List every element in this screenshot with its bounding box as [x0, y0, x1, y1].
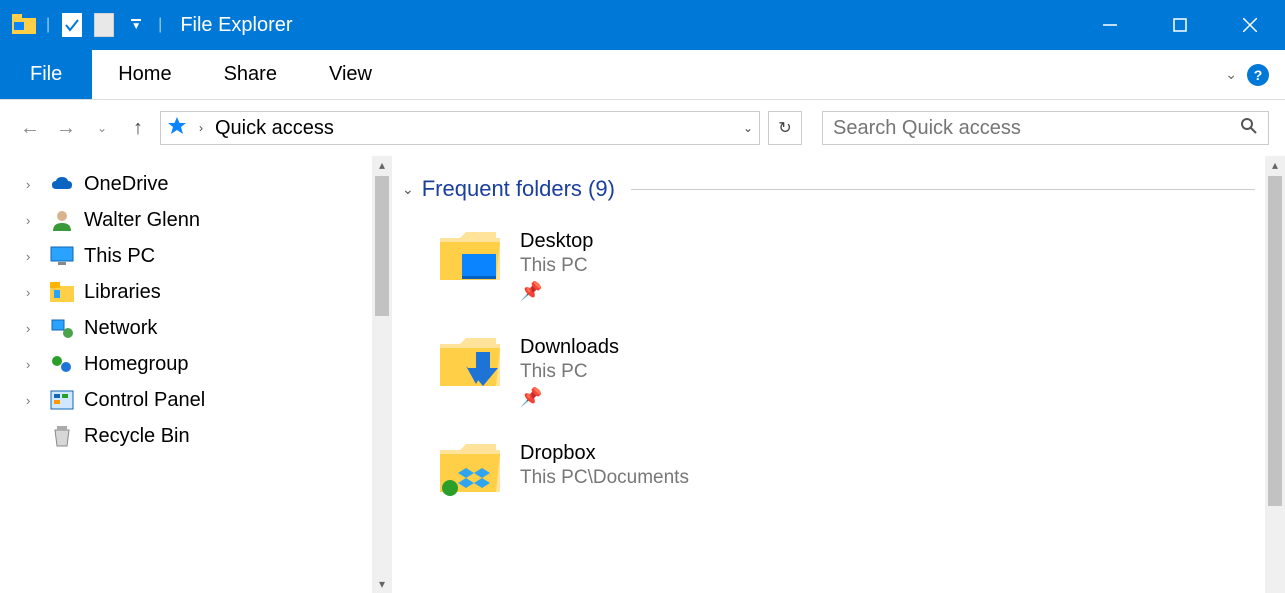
expand-icon[interactable]: ›	[26, 177, 40, 192]
folder-path: This PC	[520, 361, 619, 383]
up-button[interactable]: ↑	[124, 114, 152, 142]
thispc-icon	[50, 244, 74, 268]
group-header[interactable]: ⌄ Frequent folders (9)	[402, 176, 1285, 202]
quick-access-toolbar: | ▼ |	[0, 13, 164, 37]
tree-item-label: Control Panel	[84, 389, 205, 412]
qat-customize-icon[interactable]: ▼	[124, 13, 148, 37]
folder-name: Dropbox	[520, 442, 689, 465]
tree-scrollbar[interactable]: ▴ ▾	[372, 156, 392, 593]
onedrive-icon	[50, 172, 74, 196]
new-folder-icon[interactable]	[92, 13, 116, 37]
scroll-down-icon[interactable]: ▾	[379, 575, 385, 593]
main-area: › OneDrive › Walter Glenn › This PC › Libraries…	[0, 156, 1285, 593]
user-icon	[50, 208, 74, 232]
scroll-thumb[interactable]	[1268, 176, 1282, 506]
tree-item-homegroup[interactable]: › Homegroup	[0, 346, 392, 382]
pin-icon: 📌	[520, 281, 542, 302]
ribbon-tabs: File Home Share View ⌄ ?	[0, 50, 1285, 100]
tree-item-label: Libraries	[84, 281, 161, 304]
tree-item-controlpanel[interactable]: › Control Panel	[0, 382, 392, 418]
tree-item-network[interactable]: › Network	[0, 310, 392, 346]
tree-item-user[interactable]: › Walter Glenn	[0, 202, 392, 238]
folder-item[interactable]: DownloadsThis PC 📌	[402, 326, 1285, 432]
search-box[interactable]	[822, 111, 1269, 145]
divider	[631, 189, 1255, 190]
tab-view[interactable]: View	[303, 50, 398, 99]
scroll-up-icon[interactable]: ▴	[1272, 156, 1278, 174]
back-button[interactable]: ←	[16, 114, 44, 142]
address-dropdown-icon[interactable]: ⌄	[743, 121, 753, 135]
search-input[interactable]	[833, 117, 1240, 140]
scroll-thumb[interactable]	[375, 176, 389, 316]
tree-item-recyclebin[interactable]: Recycle Bin	[0, 418, 392, 454]
ribbon-expand-icon[interactable]: ⌄	[1225, 66, 1237, 83]
tree-item-thispc[interactable]: › This PC	[0, 238, 392, 274]
expand-icon[interactable]: ›	[26, 393, 40, 408]
folder-name: Desktop	[520, 230, 593, 253]
folder-icon	[438, 334, 502, 390]
libraries-icon	[50, 280, 74, 304]
maximize-button[interactable]	[1145, 0, 1215, 50]
explorer-icon	[12, 13, 36, 37]
folder-name: Downloads	[520, 336, 619, 359]
forward-button[interactable]: →	[52, 114, 80, 142]
tree-item-label: This PC	[84, 245, 155, 268]
network-icon	[50, 316, 74, 340]
chevron-down-icon[interactable]: ⌄	[402, 181, 414, 198]
folder-path: This PC	[520, 255, 593, 277]
tab-home[interactable]: Home	[92, 50, 197, 99]
folder-item[interactable]: DesktopThis PC 📌	[402, 220, 1285, 326]
folder-icon	[438, 440, 502, 496]
homegroup-icon	[50, 352, 74, 376]
content-scrollbar[interactable]: ▴	[1265, 156, 1285, 593]
content-pane: ⌄ Frequent folders (9) DesktopThis PC📌Do…	[392, 156, 1285, 593]
breadcrumb[interactable]: Quick access	[215, 117, 334, 140]
recyclebin-icon	[50, 424, 74, 448]
tree-item-label: OneDrive	[84, 173, 168, 196]
properties-icon[interactable]	[60, 13, 84, 37]
help-icon[interactable]: ?	[1247, 64, 1269, 86]
chevron-right-icon[interactable]: ›	[195, 121, 207, 135]
folder-icon	[438, 228, 502, 284]
tree-item-label: Homegroup	[84, 353, 189, 376]
scroll-up-icon[interactable]: ▴	[379, 156, 385, 174]
expand-icon[interactable]: ›	[26, 285, 40, 300]
separator-icon: |	[46, 16, 50, 34]
address-bar-row: ← → ⌄ ↑ › Quick access ⌄ ↻	[0, 100, 1285, 156]
pin-icon: 📌	[520, 387, 542, 408]
expand-icon[interactable]: ›	[26, 213, 40, 228]
expand-icon[interactable]: ›	[26, 357, 40, 372]
close-button[interactable]	[1215, 0, 1285, 50]
window-controls	[1075, 0, 1285, 50]
address-bar[interactable]: › Quick access ⌄	[160, 111, 760, 145]
expand-icon[interactable]: ›	[26, 249, 40, 264]
search-icon[interactable]	[1240, 117, 1258, 140]
title-bar: | ▼ | File Explorer	[0, 0, 1285, 50]
file-tab[interactable]: File	[0, 50, 92, 99]
tree-item-label: Recycle Bin	[84, 425, 190, 448]
folder-path: This PC\Documents	[520, 467, 689, 489]
separator-icon: |	[158, 16, 162, 34]
expand-icon[interactable]: ›	[26, 321, 40, 336]
controlpanel-icon	[50, 388, 74, 412]
tree-item-label: Network	[84, 317, 157, 340]
recent-locations-button[interactable]: ⌄	[88, 114, 116, 142]
group-title: Frequent folders (9)	[422, 176, 615, 202]
folder-item[interactable]: DropboxThis PC\Documents	[402, 432, 1285, 520]
tree-item-label: Walter Glenn	[84, 209, 200, 232]
window-title: File Explorer	[180, 14, 292, 37]
tree-item-libraries[interactable]: › Libraries	[0, 274, 392, 310]
minimize-button[interactable]	[1075, 0, 1145, 50]
navigation-pane: › OneDrive › Walter Glenn › This PC › Libraries…	[0, 156, 392, 593]
tree-item-onedrive[interactable]: › OneDrive	[0, 166, 392, 202]
refresh-button[interactable]: ↻	[768, 111, 802, 145]
quick-access-icon	[167, 116, 187, 141]
tab-share[interactable]: Share	[198, 50, 303, 99]
